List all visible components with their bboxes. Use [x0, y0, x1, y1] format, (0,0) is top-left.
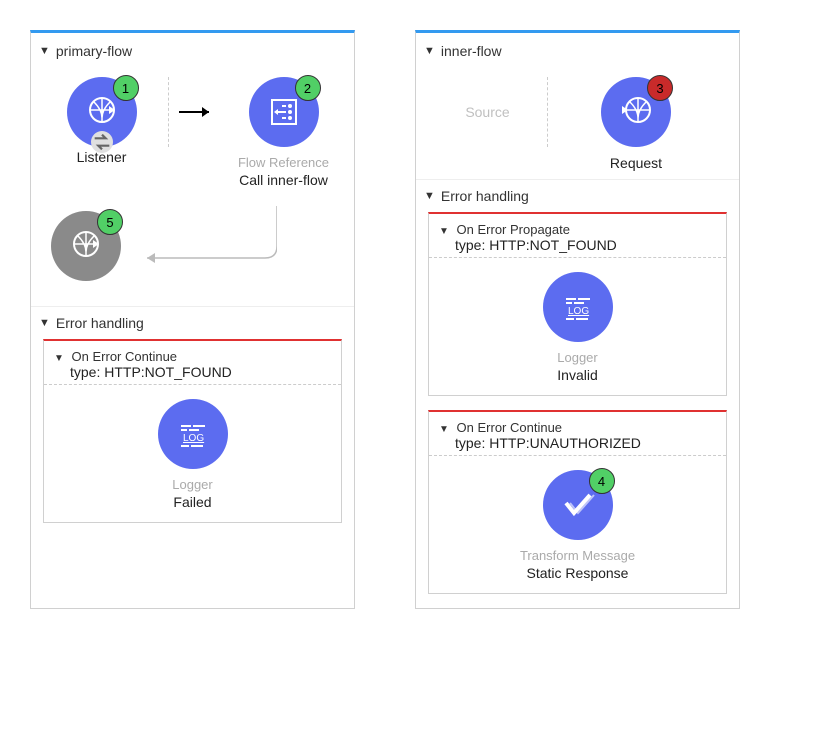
- collapse-icon: ▼: [39, 45, 50, 57]
- on-error-propagate-title: On Error Propagate: [457, 222, 570, 237]
- svg-text:LOG: LOG: [183, 433, 204, 444]
- primary-flow-title: primary-flow: [56, 43, 132, 59]
- flowref-label: Call inner-flow: [239, 172, 328, 188]
- on-error-continue-box[interactable]: ▼ On Error Continue type: HTTP:NOT_FOUND…: [43, 339, 342, 523]
- logger-label: Failed: [173, 494, 211, 510]
- collapse-icon: ▼: [54, 353, 64, 364]
- http-request-icon: 3: [601, 77, 671, 147]
- transform-label: Static Response: [527, 565, 629, 581]
- collapse-icon: ▼: [439, 226, 449, 237]
- error-type-label: type: HTTP:NOT_FOUND: [54, 364, 331, 380]
- svg-text:LOG: LOG: [568, 306, 589, 317]
- error-type-label: type: HTTP:NOT_FOUND: [439, 237, 716, 253]
- transform-message-icon: 4: [543, 470, 613, 540]
- error-handling-title: Error handling: [56, 315, 144, 331]
- step-badge-2: 2: [295, 75, 321, 101]
- step-badge-3: 3: [647, 75, 673, 101]
- request-component[interactable]: 3 Request: [576, 77, 696, 171]
- logger-label-gray: Logger: [172, 477, 212, 492]
- collapse-icon: ▼: [439, 424, 449, 435]
- step-badge-4: 4: [589, 468, 615, 494]
- collapse-icon: ▼: [424, 190, 435, 202]
- on-error-continue-title: On Error Continue: [72, 349, 178, 364]
- inner-flow-title: inner-flow: [441, 43, 502, 59]
- request-label: Request: [610, 155, 662, 171]
- roundtrip-component[interactable]: 5: [51, 211, 121, 281]
- step-badge-5: 5: [97, 209, 123, 235]
- inner-flow-header[interactable]: ▼ inner-flow: [416, 33, 739, 69]
- separator: [168, 77, 169, 147]
- primary-flow-panel: ▼ primary-flow 1 Listener 2 F: [30, 30, 355, 609]
- on-error-continue-box[interactable]: ▼ On Error Continue type: HTTP:UNAUTHORI…: [428, 410, 727, 594]
- on-error-propagate-box[interactable]: ▼ On Error Propagate type: HTTP:NOT_FOUN…: [428, 212, 727, 396]
- inner-flow-panel: ▼ inner-flow Source 3 Request ▼ Error ha…: [415, 30, 740, 609]
- http-listener-icon: 1: [67, 77, 137, 147]
- primary-flow-header[interactable]: ▼ primary-flow: [31, 33, 354, 69]
- listener-component[interactable]: 1 Listener: [43, 77, 160, 165]
- flowref-label-gray: Flow Reference: [238, 155, 329, 170]
- logger-icon: LOG: [543, 272, 613, 342]
- transform-label-gray: Transform Message: [520, 548, 635, 563]
- arrow-icon: [177, 77, 217, 147]
- collapse-icon: ▼: [39, 317, 50, 329]
- collapse-icon: ▼: [424, 45, 435, 57]
- flow-reference-component[interactable]: 2 Flow Reference Call inner-flow: [225, 77, 342, 188]
- on-error-continue-title: On Error Continue: [457, 420, 563, 435]
- logger-label-gray: Logger: [557, 350, 597, 365]
- flow-reference-icon: 2: [249, 77, 319, 147]
- error-type-label: type: HTTP:UNAUTHORIZED: [439, 435, 716, 451]
- roundtrip-icon: 5: [51, 211, 121, 281]
- inner-error-handling-header[interactable]: ▼ Error handling: [416, 179, 739, 212]
- source-placeholder: Source: [428, 77, 548, 147]
- error-handling-title: Error handling: [441, 188, 529, 204]
- exchange-icon: [91, 131, 113, 153]
- return-arrow-icon: [127, 206, 277, 286]
- primary-error-handling-header[interactable]: ▼ Error handling: [31, 306, 354, 339]
- logger-icon: LOG: [158, 399, 228, 469]
- logger-label: Invalid: [557, 367, 597, 383]
- step-badge-1: 1: [113, 75, 139, 101]
